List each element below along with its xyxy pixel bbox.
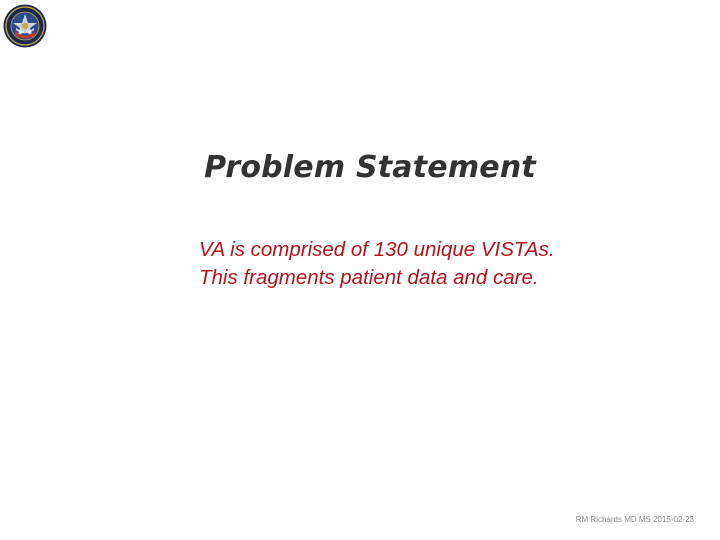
slide-title: Problem Statement bbox=[204, 150, 536, 185]
body-line: VA is comprised of 130 unique VISTAs. bbox=[199, 238, 555, 261]
slide-footer: RM Richards MD MS 2015-02-23 bbox=[575, 515, 694, 524]
department-seal-icon bbox=[3, 4, 47, 48]
slide: Problem Statement VA is comprised of 130… bbox=[0, 0, 720, 540]
slide-body: VA is comprised of 130 unique VISTAs. Th… bbox=[199, 236, 659, 292]
body-line: This fragments patient data and care. bbox=[199, 266, 539, 289]
